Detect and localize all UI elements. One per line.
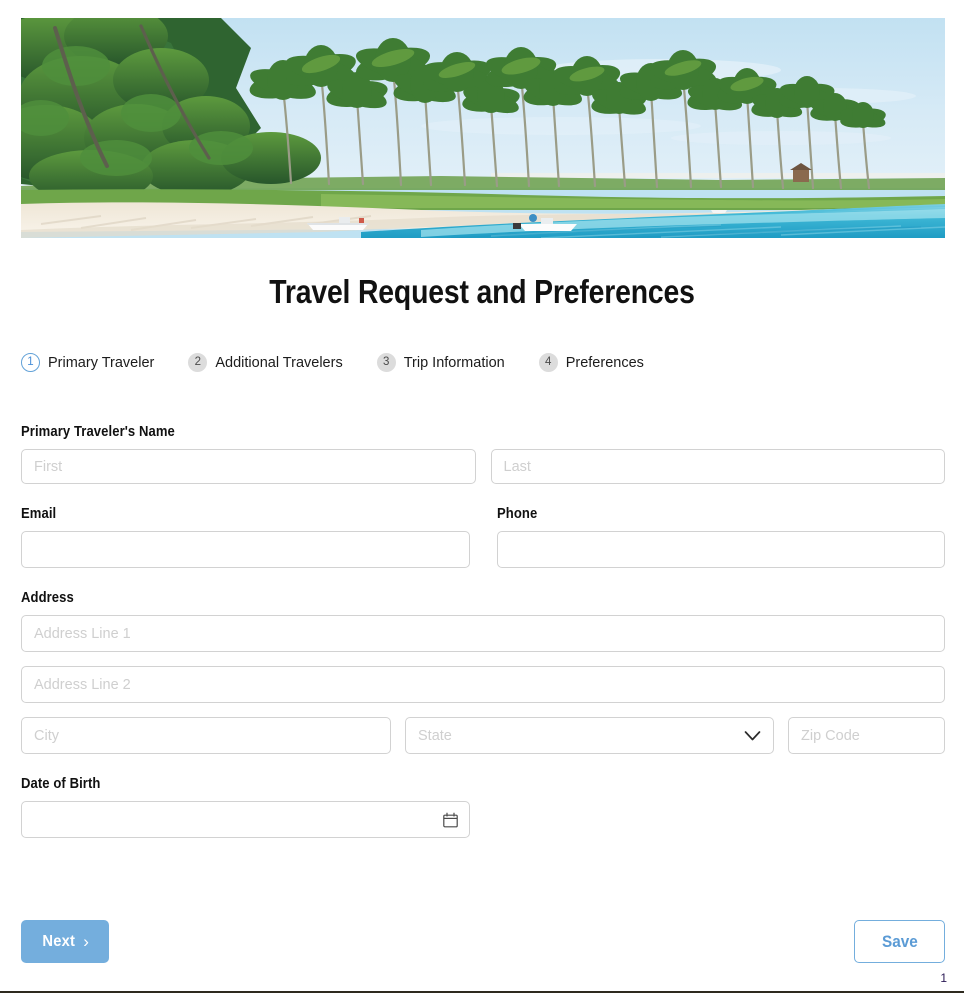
step-number-badge: 4 [538, 353, 558, 372]
zip-code-input[interactable] [788, 717, 945, 754]
email-input[interactable] [21, 531, 470, 568]
step-number-badge: 2 [188, 353, 208, 372]
step-label: Additional Travelers [215, 354, 343, 371]
dob-field-group: Date of Birth [21, 776, 945, 838]
dob-label: Date of Birth [21, 776, 101, 792]
next-button[interactable]: Next › [21, 920, 109, 963]
save-button-label: Save [881, 931, 918, 951]
contact-field-group: Email Phone [21, 506, 945, 568]
stepper-item-trip-information[interactable]: 3 Trip Information [376, 353, 505, 372]
hero-banner-image [21, 18, 945, 238]
step-number-badge: 3 [376, 353, 396, 372]
state-select[interactable] [405, 717, 774, 754]
dob-input-wrapper[interactable] [21, 801, 470, 838]
stepper-item-additional-travelers[interactable]: 2 Additional Travelers [188, 353, 343, 372]
step-number-badge: 1 [21, 353, 40, 372]
email-label: Email [21, 506, 57, 522]
next-button-label: Next [42, 932, 75, 950]
save-button[interactable]: Save [854, 920, 945, 963]
address-line-1-input[interactable] [21, 615, 945, 652]
bottom-divider [0, 991, 964, 993]
first-name-input[interactable] [21, 449, 476, 484]
stepper-item-preferences[interactable]: 4 Preferences [538, 353, 644, 372]
date-of-birth-input[interactable] [21, 801, 470, 838]
city-input[interactable] [21, 717, 391, 754]
progress-stepper: 1 Primary Traveler 2 Additional Traveler… [21, 353, 678, 372]
page-title: Travel Request and Preferences [269, 273, 695, 310]
step-label: Trip Information [403, 354, 505, 371]
address-label: Address [21, 590, 74, 606]
travel-request-form: Primary Traveler's Name Email Phone Addr… [21, 424, 945, 860]
last-name-input[interactable] [490, 449, 945, 484]
phone-label: Phone [497, 506, 538, 522]
step-label: Primary Traveler [48, 354, 155, 371]
state-select-wrapper[interactable] [405, 717, 774, 754]
chevron-right-icon: › [83, 932, 90, 951]
page-number: 1 [940, 971, 947, 985]
phone-input[interactable] [497, 531, 945, 568]
boat-icon [711, 210, 727, 213]
stepper-item-primary-traveler[interactable]: 1 Primary Traveler [21, 353, 154, 372]
name-field-group: Primary Traveler's Name [21, 424, 945, 484]
address-line-2-input[interactable] [21, 666, 945, 703]
beach-photo-icon [21, 18, 945, 238]
calendar-icon[interactable] [443, 812, 458, 828]
address-field-group: Address [21, 590, 945, 754]
name-label: Primary Traveler's Name [21, 424, 175, 440]
step-label: Preferences [565, 354, 644, 371]
